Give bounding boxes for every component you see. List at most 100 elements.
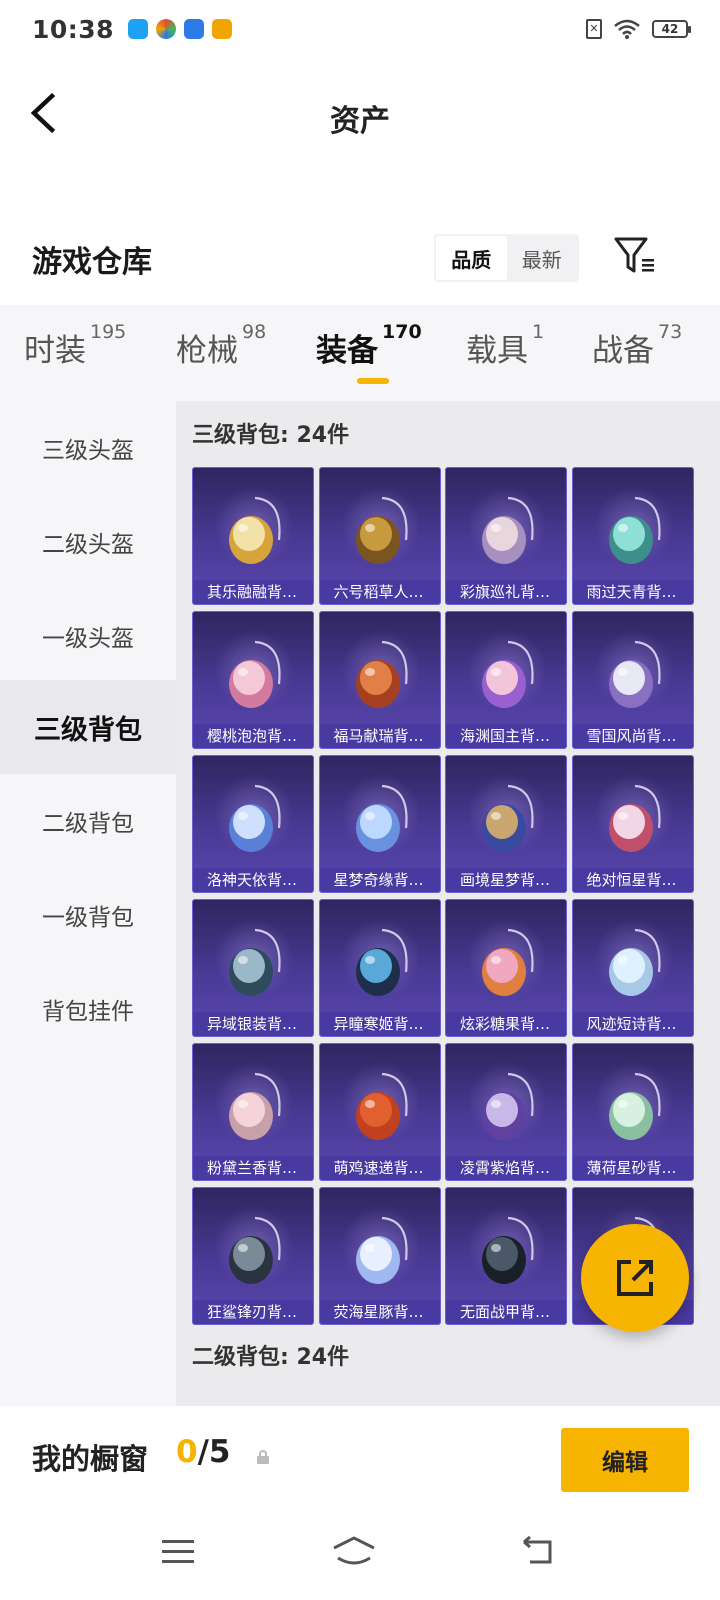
share-button[interactable]	[581, 1224, 689, 1332]
sort-quality-button[interactable]: 品质	[436, 236, 507, 280]
clock: 10:38	[32, 14, 115, 44]
backpack-icon	[482, 640, 534, 708]
item-card[interactable]: 星梦奇缘背…	[318, 755, 441, 893]
backpack-icon	[482, 496, 534, 564]
item-card[interactable]: 洛神天依背…	[192, 755, 314, 893]
item-name: 荧海星豚背…	[319, 1300, 440, 1324]
item-card[interactable]: 荧海星豚背…	[318, 1187, 441, 1325]
item-card[interactable]: 炫彩糖果背…	[445, 899, 567, 1037]
tab-count: 170	[382, 321, 422, 343]
item-name: 彩旗巡礼背…	[446, 580, 566, 604]
tab-label: 枪械	[176, 333, 238, 369]
tab-label: 战备	[592, 333, 654, 369]
backpack-icon	[482, 784, 534, 852]
backpack-icon	[482, 1216, 534, 1284]
item-card[interactable]: 凌霄紫焰背…	[445, 1043, 567, 1181]
backpack-icon	[355, 1216, 408, 1284]
tab-supplies[interactable]: 战备73	[592, 321, 682, 370]
warehouse-header: 游戏仓库 品质 最新	[0, 225, 720, 295]
backpack-icon	[482, 928, 534, 996]
item-name: 异瞳寒姬背…	[319, 1012, 440, 1036]
item-name: 狂鲨锋刃背…	[193, 1300, 313, 1324]
tab-vehicles[interactable]: 载具1	[466, 321, 544, 370]
item-name: 萌鸡速递背…	[319, 1156, 440, 1180]
backpack-icon	[355, 1072, 408, 1140]
showcase-current: 0	[176, 1434, 198, 1470]
item-card[interactable]: 其乐融融背…	[192, 467, 314, 605]
menu-icon[interactable]	[160, 1536, 196, 1568]
tab-count: 73	[658, 321, 683, 343]
notification-icons	[128, 19, 233, 39]
showcase-count: 0/5	[176, 1434, 230, 1470]
category-tabs: 时装195 枪械98 装备170 载具1 战备73	[0, 305, 720, 401]
item-card[interactable]: 雨过天青背…	[571, 467, 694, 605]
item-card[interactable]: 风迹短诗背…	[571, 899, 694, 1037]
sidebar-item-level1-backpack[interactable]: 一级背包	[0, 868, 176, 962]
game-notification-icon	[212, 19, 233, 39]
backpack-icon	[608, 496, 661, 564]
edit-button[interactable]: 编辑	[561, 1428, 689, 1492]
item-name: 异域银装背…	[193, 1012, 313, 1036]
item-card[interactable]: 雪国风尚背…	[571, 611, 694, 749]
backpack-icon	[355, 496, 408, 564]
item-name: 樱桃泡泡背…	[193, 724, 313, 748]
backpack-icon	[355, 784, 408, 852]
share-icon	[617, 1260, 653, 1296]
item-name: 星梦奇缘背…	[319, 868, 440, 892]
home-icon[interactable]	[330, 1536, 378, 1568]
filter-icon[interactable]	[612, 233, 658, 279]
item-card[interactable]: 六号稻草人…	[318, 467, 441, 605]
tab-fashion[interactable]: 时装195	[24, 321, 126, 370]
sort-newest-button[interactable]: 最新	[507, 236, 578, 280]
item-card[interactable]: 画境星梦背…	[445, 755, 567, 893]
item-card[interactable]: 无面战甲背…	[445, 1187, 567, 1325]
back-icon[interactable]	[520, 1536, 556, 1568]
item-name: 绝对恒星背…	[572, 868, 693, 892]
item-card[interactable]: 异瞳寒姬背…	[318, 899, 441, 1037]
sidebar-item-level2-backpack[interactable]: 二级背包	[0, 774, 176, 868]
backpack-icon	[355, 640, 408, 708]
item-card[interactable]: 薄荷星砂背…	[571, 1043, 694, 1181]
item-name: 海渊国主背…	[446, 724, 566, 748]
section-title: 三级背包: 24件	[192, 423, 350, 448]
sim-icon: ✕	[586, 19, 602, 39]
backpack-icon	[608, 784, 661, 852]
sidebar-item-backpack-charm[interactable]: 背包挂件	[0, 962, 176, 1056]
backpack-icon	[608, 928, 661, 996]
showcase-max: /5	[197, 1434, 231, 1470]
item-card[interactable]: 樱桃泡泡背…	[192, 611, 314, 749]
item-name: 无面战甲背…	[446, 1300, 566, 1324]
wifi-icon	[614, 19, 640, 39]
item-card[interactable]: 海渊国主背…	[445, 611, 567, 749]
backpack-icon	[229, 1216, 281, 1284]
sidebar-item-level1-helmet[interactable]: 一级头盔	[0, 589, 176, 683]
tab-equipment[interactable]: 装备170	[316, 321, 422, 370]
backpack-icon	[608, 640, 661, 708]
sidebar-item-level2-helmet[interactable]: 二级头盔	[0, 495, 176, 589]
item-card[interactable]: 异域银装背…	[192, 899, 314, 1037]
item-name: 粉黛兰香背…	[193, 1156, 313, 1180]
backpack-icon	[229, 496, 281, 564]
item-card[interactable]: 粉黛兰香背…	[192, 1043, 314, 1181]
item-card[interactable]: 绝对恒星背…	[571, 755, 694, 893]
item-card[interactable]: 彩旗巡礼背…	[445, 467, 567, 605]
system-nav-bar	[0, 1506, 720, 1600]
sidebar-item-level3-backpack[interactable]: 三级背包	[0, 680, 176, 774]
item-name: 雨过天青背…	[572, 580, 693, 604]
baidu-notification-icon	[184, 19, 205, 39]
item-card[interactable]: 狂鲨锋刃背…	[192, 1187, 314, 1325]
app-notification-icon	[156, 19, 177, 39]
section-title: 二级背包: 24件	[192, 1345, 350, 1370]
showcase-label: 我的橱窗	[32, 1442, 149, 1476]
backpack-icon	[355, 928, 408, 996]
sidebar-item-level3-helmet[interactable]: 三级头盔	[0, 401, 176, 495]
tab-count: 98	[242, 321, 267, 343]
tab-firearms[interactable]: 枪械98	[176, 321, 266, 370]
item-card[interactable]: 萌鸡速递背…	[318, 1043, 441, 1181]
item-card[interactable]: 福马献瑞背…	[318, 611, 441, 749]
item-name: 画境星梦背…	[446, 868, 566, 892]
backpack-icon	[229, 928, 281, 996]
header: 资产	[0, 68, 720, 158]
item-name: 雪国风尚背…	[572, 724, 693, 748]
backpack-icon	[229, 640, 281, 708]
